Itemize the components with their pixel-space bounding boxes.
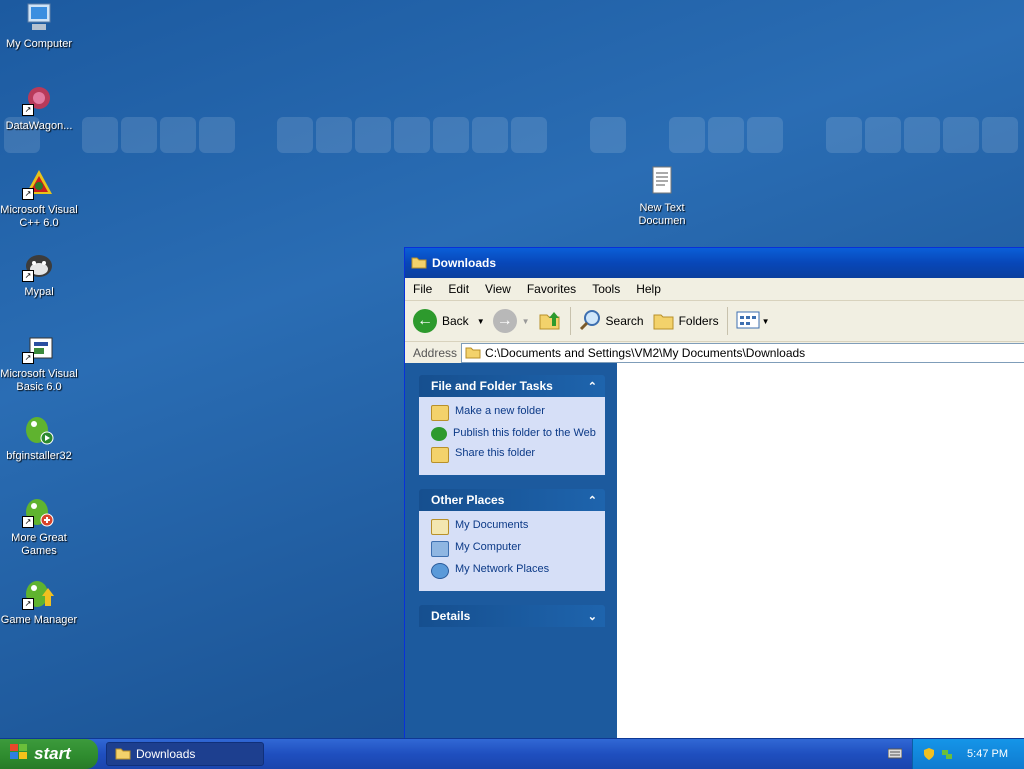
desktop-icon-visual-basic[interactable]: ↗ Microsoft Visual Basic 6.0 <box>0 332 78 394</box>
clock[interactable]: 5:47 PM <box>967 748 1008 760</box>
shortcut-arrow-icon: ↗ <box>22 516 34 528</box>
search-button[interactable]: Search <box>579 309 644 334</box>
task-pane: File and Folder Tasks ⌃ Make a new folde… <box>405 363 617 748</box>
folders-icon <box>652 309 676 334</box>
place-my-documents[interactable]: My Documents <box>431 519 597 535</box>
toolbar-separator <box>726 307 728 335</box>
system-tray: 5:47 PM <box>912 739 1024 769</box>
folder-icon <box>411 255 427 272</box>
forward-button[interactable]: → ▼ <box>492 309 530 333</box>
windows-logo-icon <box>10 743 28 765</box>
shortcut-arrow-icon: ↗ <box>22 352 34 364</box>
shortcut-arrow-icon: ↗ <box>22 188 34 200</box>
shortcut-arrow-icon: ↗ <box>22 104 34 116</box>
back-arrow-icon: ← <box>413 309 437 333</box>
menu-tools[interactable]: Tools <box>584 282 628 296</box>
text-document-icon <box>645 166 679 198</box>
keyboard-icon[interactable] <box>887 747 903 762</box>
mypal-icon: ↗ <box>22 250 56 282</box>
security-shield-icon[interactable] <box>923 748 935 760</box>
task-publish-folder[interactable]: Publish this folder to the Web <box>431 427 597 441</box>
start-button[interactable]: start <box>0 739 98 769</box>
desktop-icon-datawagon[interactable]: ↗ DataWagon... <box>0 84 78 133</box>
game-manager-icon: ↗ <box>22 578 56 610</box>
new-folder-icon <box>431 405 449 421</box>
other-places-header[interactable]: Other Places ⌃ <box>419 489 605 511</box>
computer-icon <box>22 2 56 34</box>
share-folder-icon <box>431 447 449 463</box>
menu-file[interactable]: File <box>405 282 440 296</box>
address-bar: Address C:\Documents and Settings\VM2\My… <box>405 342 1024 365</box>
expand-chevron-icon[interactable]: ⌄ <box>588 610 597 623</box>
desktop-icon-visual-cpp[interactable]: ↗ Microsoft Visual C++ 6.0 <box>0 168 78 230</box>
window-title: Downloads <box>432 256 497 270</box>
folder-icon <box>115 746 131 763</box>
menu-bar: File Edit View Favorites Tools Help <box>405 278 1024 301</box>
up-folder-icon <box>538 309 562 334</box>
my-documents-icon <box>431 519 449 535</box>
file-list-area[interactable] <box>617 363 1024 748</box>
views-dropdown-icon: ▼ <box>761 316 770 326</box>
folder-icon <box>465 345 481 362</box>
explorer-window[interactable]: Downloads File Edit View Favorites Tools… <box>404 247 1024 749</box>
collapse-chevron-icon[interactable]: ⌃ <box>588 380 597 393</box>
desktop-icon-mypal[interactable]: ↗ Mypal <box>0 250 78 299</box>
views-button[interactable]: ▼ <box>736 310 770 333</box>
back-dropdown-icon[interactable]: ▼ <box>477 317 485 326</box>
file-folder-tasks-header[interactable]: File and Folder Tasks ⌃ <box>419 375 605 397</box>
collapse-chevron-icon[interactable]: ⌃ <box>588 494 597 507</box>
desktop-icon-new-text-document[interactable]: New Text Documen <box>623 166 701 228</box>
forward-arrow-icon: → <box>492 309 517 333</box>
shortcut-arrow-icon: ↗ <box>22 598 34 610</box>
address-value: C:\Documents and Settings\VM2\My Documen… <box>485 346 806 360</box>
visual-basic-icon: ↗ <box>22 332 56 364</box>
window-content: File and Folder Tasks ⌃ Make a new folde… <box>405 363 1024 748</box>
toolbar: ← Back ▼ → ▼ Search Folders ▼ <box>405 301 1024 342</box>
folders-button[interactable]: Folders <box>652 309 719 334</box>
address-label: Address <box>413 346 458 360</box>
place-my-network-places[interactable]: My Network Places <box>431 563 597 579</box>
taskbar-item-downloads[interactable]: Downloads <box>106 742 264 766</box>
place-my-computer[interactable]: My Computer <box>431 541 597 557</box>
details-panel: Details ⌄ <box>419 605 605 627</box>
taskbar: start Downloads 5:47 PM <box>0 738 1024 769</box>
desktop-decorative-tiles <box>0 117 1024 155</box>
network-places-icon <box>431 563 449 579</box>
details-header[interactable]: Details ⌄ <box>419 605 605 627</box>
desktop-icon-bfginstaller32[interactable]: bfginstaller32 <box>0 414 78 463</box>
menu-help[interactable]: Help <box>628 282 669 296</box>
menu-favorites[interactable]: Favorites <box>519 282 584 296</box>
datawagon-icon: ↗ <box>22 84 56 116</box>
window-titlebar[interactable]: Downloads <box>405 248 1024 278</box>
address-input[interactable]: C:\Documents and Settings\VM2\My Documen… <box>461 343 1024 363</box>
desktop-icon-more-great-games[interactable]: ↗ More Great Games <box>0 496 78 558</box>
menu-view[interactable]: View <box>477 282 519 296</box>
desktop-icon-my-computer[interactable]: My Computer <box>0 2 78 51</box>
forward-dropdown-icon: ▼ <box>521 316 530 326</box>
menu-edit[interactable]: Edit <box>440 282 477 296</box>
task-share-folder[interactable]: Share this folder <box>431 447 597 463</box>
back-button[interactable]: ← Back ▼ <box>413 309 485 333</box>
views-icon <box>736 310 760 333</box>
search-icon <box>579 309 603 334</box>
task-make-new-folder[interactable]: Make a new folder <box>431 405 597 421</box>
bfg-installer-icon <box>22 414 56 446</box>
file-folder-tasks-panel: File and Folder Tasks ⌃ Make a new folde… <box>419 375 605 475</box>
toolbar-separator <box>569 307 571 335</box>
games-icon: ↗ <box>22 496 56 528</box>
desktop-icon-game-manager[interactable]: ↗ Game Manager <box>0 578 78 627</box>
up-folder-button[interactable] <box>538 309 562 334</box>
visual-cpp-icon: ↗ <box>22 168 56 200</box>
publish-web-icon <box>431 427 447 441</box>
other-places-panel: Other Places ⌃ My Documents My Computer … <box>419 489 605 591</box>
computer-icon <box>431 541 449 557</box>
network-icon[interactable] <box>941 748 953 760</box>
shortcut-arrow-icon: ↗ <box>22 270 34 282</box>
